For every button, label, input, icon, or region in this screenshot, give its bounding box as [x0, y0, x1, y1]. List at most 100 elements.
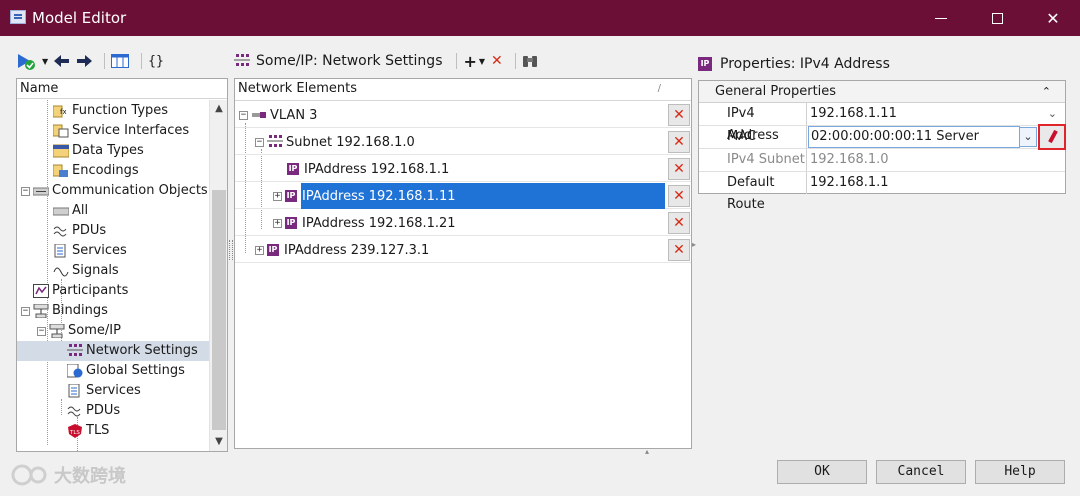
function-types-icon: fx	[52, 104, 69, 118]
mac-input[interactable]: 02:00:00:00:00:11 Server	[808, 126, 1020, 148]
pdus-icon	[53, 224, 69, 238]
scrollbar-thumb[interactable]	[212, 190, 226, 430]
collapse-icon[interactable]: −	[21, 186, 30, 196]
expand-icon[interactable]: +	[255, 245, 264, 255]
property-default-route[interactable]: Default Route 192.168.1.1	[699, 172, 1065, 212]
delete-icon[interactable]: ✕	[491, 52, 503, 70]
delete-row-button[interactable]: ✕	[668, 185, 690, 207]
collapse-icon[interactable]: −	[37, 326, 46, 336]
binoculars-icon[interactable]	[522, 52, 538, 70]
tree-item-function-types[interactable]: fx Function Types	[52, 101, 168, 121]
ip-address-icon: IP	[285, 217, 297, 229]
tree-item-pdus-binding[interactable]: PDUs	[67, 401, 120, 421]
tree-scrollbar[interactable]: ▲ ▼	[209, 100, 227, 451]
network-settings-icon	[234, 52, 250, 70]
splitter-arrow-icon[interactable]: ▸	[692, 240, 696, 249]
tree-item-network-settings[interactable]: Network Settings	[17, 341, 211, 361]
tree-item-services[interactable]: Services	[53, 241, 127, 261]
expand-icon[interactable]: +	[273, 218, 282, 228]
svg-text:TLS: TLS	[69, 430, 80, 436]
scroll-up-icon[interactable]: ▲	[210, 100, 227, 118]
braces-icon[interactable]: {}	[148, 52, 164, 70]
tree-item-bindings[interactable]: − Bindings	[21, 301, 108, 321]
window-title: Model Editor	[32, 9, 127, 27]
delete-row-button[interactable]: ✕	[668, 104, 690, 126]
tree-item-services-binding[interactable]: Services	[67, 381, 141, 401]
network-panel-title: Some/IP: Network Settings	[256, 53, 443, 69]
network-row-ip-multicast[interactable]: + IP IPAddress 239.127.3.1 ✕	[235, 237, 691, 263]
tree-item-pdus[interactable]: PDUs	[53, 221, 106, 241]
tree-item-all[interactable]: All	[52, 201, 88, 221]
network-settings-icon	[67, 344, 83, 358]
help-button[interactable]: Help	[975, 460, 1065, 484]
chevron-down-icon[interactable]: ⌄	[1048, 103, 1057, 125]
watermark: 大数跨境	[10, 462, 126, 488]
toolbar-divider	[104, 53, 106, 69]
services-icon	[67, 383, 83, 398]
expand-icon[interactable]: +	[273, 191, 282, 201]
tree-item-service-interfaces[interactable]: Service Interfaces	[52, 121, 189, 141]
tree-item-tls[interactable]: TLS TLS	[67, 421, 109, 441]
collapse-group-icon[interactable]: ⌃	[1042, 81, 1051, 102]
network-row-vlan[interactable]: − VLAN 3 ✕	[235, 102, 691, 128]
network-row-ip-1[interactable]: IP IPAddress 192.168.1.1 ✕	[235, 156, 691, 182]
delete-row-button[interactable]: ✕	[668, 212, 690, 234]
collapse-icon[interactable]: −	[255, 137, 264, 147]
delete-row-button[interactable]: ✕	[668, 158, 690, 180]
mac-dropdown-button[interactable]: ⌄	[1019, 127, 1037, 147]
general-properties-group[interactable]: General Properties ⌃	[699, 81, 1065, 103]
tree-item-participants[interactable]: Participants	[33, 281, 128, 301]
someip-icon	[49, 323, 65, 339]
svg-text:fx: fx	[60, 108, 67, 116]
global-settings-icon	[66, 363, 83, 378]
forward-arrow-icon[interactable]	[76, 52, 93, 70]
close-icon: ✕	[1046, 8, 1060, 28]
all-icon	[52, 204, 70, 218]
splitter-handle[interactable]	[229, 240, 233, 260]
property-ipv4-address[interactable]: IPv4 Address 192.168.1.11 ⌄	[699, 103, 1065, 143]
tree-item-someip[interactable]: − Some/IP	[37, 321, 121, 341]
ip-address-icon: IP	[698, 57, 712, 71]
scroll-down-icon[interactable]: ▼	[210, 433, 227, 451]
collapse-icon[interactable]: −	[239, 110, 248, 120]
services-icon	[53, 243, 69, 258]
pdus-icon	[67, 404, 83, 418]
toolbar-divider	[141, 53, 143, 69]
ok-button[interactable]: OK	[777, 460, 867, 484]
tree-item-signals[interactable]: Signals	[53, 261, 119, 281]
ip-address-icon: IP	[285, 190, 297, 202]
encodings-icon	[52, 164, 69, 178]
cancel-button[interactable]: Cancel	[876, 460, 966, 484]
tree-guide-line	[61, 399, 62, 415]
collapse-icon[interactable]: −	[21, 306, 30, 316]
property-ipv4-subnet: IPv4 Subnet 192.168.1.0	[699, 149, 1065, 172]
network-row-ip-11[interactable]: + IP IPAddress 192.168.1.11 ✕	[235, 183, 691, 209]
property-mac[interactable]: MAC 02:00:00:00:00:11 Server ⌄	[699, 124, 1066, 150]
back-arrow-icon[interactable]	[54, 52, 70, 70]
ip-address-icon: IP	[287, 163, 299, 175]
tree-item-global-settings[interactable]: Global Settings	[66, 361, 185, 381]
dropdown-arrow-icon[interactable]: ▼	[479, 52, 485, 70]
model-editor-icon	[10, 10, 26, 24]
delete-row-button[interactable]: ✕	[668, 131, 690, 153]
tree-item-communication-objects[interactable]: − Communication Objects	[21, 181, 208, 201]
tree-column-header: Name	[17, 79, 227, 99]
bindings-icon	[33, 303, 49, 319]
maximize-button[interactable]	[974, 0, 1020, 36]
dropdown-arrow-icon[interactable]: ▼	[42, 52, 48, 70]
column-resize-icon[interactable]: /	[658, 79, 661, 98]
network-row-ip-21[interactable]: + IP IPAddress 192.168.1.21 ✕	[235, 210, 691, 236]
network-row-subnet[interactable]: − Subnet 192.168.1.0 ✕	[235, 129, 691, 155]
table-view-icon[interactable]	[111, 52, 130, 70]
tree-item-encodings[interactable]: Encodings	[52, 161, 139, 181]
close-button[interactable]: ✕	[1030, 0, 1076, 36]
tls-icon: TLS	[67, 424, 83, 438]
splitter-arrow-icon[interactable]: ▴	[645, 447, 649, 456]
tree-guide-line	[47, 100, 48, 445]
tree-item-data-types[interactable]: Data Types	[52, 141, 144, 161]
run-validate-icon[interactable]	[16, 52, 36, 70]
delete-row-button[interactable]: ✕	[668, 239, 690, 261]
add-icon[interactable]: +	[463, 52, 476, 71]
edit-mac-button[interactable]	[1038, 124, 1066, 150]
minimize-button[interactable]	[918, 0, 964, 36]
